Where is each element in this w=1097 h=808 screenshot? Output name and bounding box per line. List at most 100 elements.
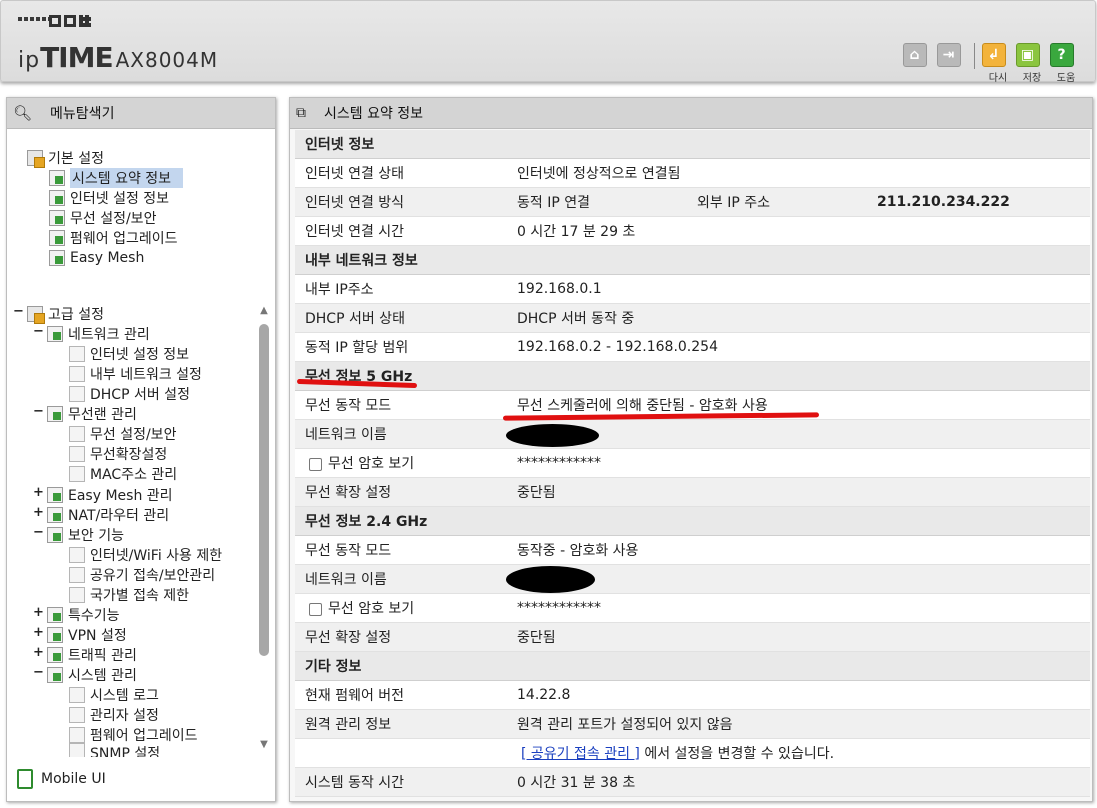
collapse-icon[interactable]: − <box>13 304 24 319</box>
special-icon <box>47 607 63 623</box>
save-button[interactable]: ▣ 저장 <box>1015 43 1045 84</box>
tree-system-management[interactable]: 시스템 관리 <box>47 665 137 685</box>
document-icon <box>69 547 85 563</box>
document-icon <box>69 386 85 402</box>
tree-item-wireless-extension[interactable]: 무선확장설정 <box>69 444 167 464</box>
folder-icon <box>27 306 45 324</box>
mesh-icon <box>47 487 63 503</box>
document-icon <box>69 466 85 482</box>
tree-item-country-block[interactable]: 국가별 접속 제한 <box>69 585 189 605</box>
expand-icon[interactable]: + <box>33 645 44 660</box>
tree-item-firmware-upgrade-adv[interactable]: 펌웨어 업그레이드 <box>69 725 198 745</box>
scroll-down-icon[interactable]: ▼ <box>257 739 271 750</box>
row-wifi24-extension: 무선 확장 설정 중단됨 <box>295 623 1090 652</box>
document-icon <box>69 567 85 583</box>
tree-item-system-log[interactable]: 시스템 로그 <box>69 685 159 705</box>
scroll-thumb[interactable] <box>259 324 269 656</box>
collapse-icon[interactable]: − <box>33 324 44 339</box>
collapse-icon[interactable]: − <box>33 404 44 419</box>
tree-item-system-summary[interactable]: 시스템 요약 정보 <box>49 168 184 188</box>
row-firmware-version: 현재 펌웨어 버전 14.22.8 <box>295 681 1090 710</box>
router-access-management-link[interactable]: [ 공유기 접속 관리 ] <box>521 746 640 762</box>
row-wifi24-name: 네트워크 이름 <box>295 565 1090 594</box>
external-ip-label: 외부 IP 주소 <box>697 195 770 211</box>
tree-nat-router[interactable]: NAT/라우터 관리 <box>47 505 169 525</box>
row-system-uptime: 시스템 동작 시간 0 시간 31 분 38 초 <box>295 768 1090 797</box>
tree-basic-settings[interactable]: 기본 설정 <box>27 148 104 168</box>
tree-item-firmware-upgrade[interactable]: 펌웨어 업그레이드 <box>49 228 178 248</box>
vpn-icon <box>47 627 63 643</box>
redacted-ssid-5ghz <box>506 424 599 447</box>
brand-logo: ipTIME AX8004M <box>18 41 219 74</box>
router-icon <box>47 507 63 523</box>
tree-advanced-settings[interactable]: 고급 설정 <box>27 304 104 324</box>
collapse-icon[interactable]: − <box>33 525 44 540</box>
scroll-up-icon[interactable]: ▲ <box>257 305 271 316</box>
tree-item-internet-settings[interactable]: 인터넷 설정 정보 <box>69 344 189 364</box>
tree-item-lan-settings[interactable]: 내부 네트워크 설정 <box>69 364 202 384</box>
model-name: AX8004M <box>115 48 219 72</box>
row-wifi5-password: 무선 암호 보기 ************ <box>295 449 1090 478</box>
expand-icon[interactable]: + <box>33 485 44 500</box>
tree-item-router-access[interactable]: 공유기 접속/보안관리 <box>69 565 215 585</box>
tree-item-admin-settings[interactable]: 관리자 설정 <box>69 705 159 725</box>
row-wifi5-name: 네트워크 이름 <box>295 420 1090 449</box>
row-internet-time: 인터넷 연결 시간 0 시간 17 분 29 초 <box>295 217 1090 246</box>
section-lan: 내부 네트워크 정보 <box>295 246 1090 275</box>
folder-icon <box>27 150 45 168</box>
row-dhcp-range: 동적 IP 할당 범위 192.168.0.2 - 192.168.0.254 <box>295 333 1090 362</box>
traffic-icon <box>47 647 63 663</box>
logout-icon: ⇥ <box>942 47 955 63</box>
phone-icon <box>17 769 33 789</box>
chart-icon <box>49 170 65 186</box>
mesh-icon <box>49 250 65 266</box>
document-icon <box>69 426 85 442</box>
document-icon <box>69 587 85 603</box>
tree-item-dhcp-settings[interactable]: DHCP 서버 설정 <box>69 384 190 404</box>
tree-easy-mesh-management[interactable]: Easy Mesh 관리 <box>47 485 173 505</box>
help-label: 도움 <box>1056 73 1076 84</box>
document-icon <box>69 346 85 362</box>
logo-blocks <box>49 15 91 27</box>
row-internet-status: 인터넷 연결 상태 인터넷에 정상적으로 연결됨 <box>295 159 1090 188</box>
row-internet-method: 인터넷 연결 방식 동적 IP 연결 외부 IP 주소 211.210.234.22… <box>295 188 1090 217</box>
header-bar: ipTIME AX8004M ⌂ ⇥ ↲ 다시 ▣ 저장 ? 도움 <box>0 0 1096 84</box>
collapse-icon[interactable]: − <box>33 665 44 680</box>
system-summary-panel: ⧉ 시스템 요약 정보 인터넷 정보 인터넷 연결 상태 인터넷에 정상적으로 연… <box>289 97 1093 802</box>
logout-button[interactable]: ⇥ <box>936 43 966 67</box>
tree-item-mac-management[interactable]: MAC주소 관리 <box>69 464 177 484</box>
tree-item-snmp[interactable]: SNMP 설정 <box>69 743 160 757</box>
row-wifi24-password: 무선 암호 보기 ************ <box>295 594 1090 623</box>
mobile-ui-link[interactable]: Mobile UI <box>17 769 106 789</box>
network-icon <box>47 326 63 342</box>
expand-icon[interactable]: + <box>33 605 44 620</box>
tree-network-management[interactable]: 네트워크 관리 <box>47 324 150 344</box>
show-password-checkbox-5ghz[interactable] <box>309 457 322 471</box>
home-button[interactable]: ⌂ <box>902 43 932 67</box>
expand-icon[interactable]: + <box>33 625 44 640</box>
tree-item-internet-wifi-limit[interactable]: 인터넷/WiFi 사용 제한 <box>69 545 222 565</box>
section-etc: 기타 정보 <box>295 652 1090 681</box>
reload-button[interactable]: ↲ 다시 <box>981 43 1011 84</box>
tree-item-easy-mesh[interactable]: Easy Mesh <box>49 248 144 268</box>
menu-explorer: 🔍︎ 메뉴탐색기 기본 설정 시스템 요약 정보 인터넷 설정 정보 무선 설정… <box>6 97 276 802</box>
tree-security[interactable]: 보안 기능 <box>47 525 124 545</box>
tree-scrollbar[interactable]: ▲ ▼ <box>257 305 271 755</box>
tree-vpn[interactable]: VPN 설정 <box>47 625 127 645</box>
row-dhcp-status: DHCP 서버 상태 DHCP 서버 동작 중 <box>295 304 1090 333</box>
row-wifi5-extension: 무선 확장 설정 중단됨 <box>295 478 1090 507</box>
row-wifi24-mode: 무선 동작 모드 동작중 - 암호화 사용 <box>295 536 1090 565</box>
expand-icon[interactable]: + <box>33 505 44 520</box>
tree-special-features[interactable]: 특수기능 <box>47 605 120 625</box>
save-label: 저장 <box>1022 73 1042 84</box>
tree-wireless-management[interactable]: 무선랜 관리 <box>47 404 137 424</box>
tree-item-internet-info[interactable]: 인터넷 설정 정보 <box>49 188 169 208</box>
document-icon <box>69 727 85 743</box>
tree-traffic[interactable]: 트래픽 관리 <box>47 645 137 665</box>
tree-item-wireless-security[interactable]: 무선 설정/보안 <box>49 208 156 228</box>
menu-explorer-title: 메뉴탐색기 <box>50 106 115 122</box>
show-password-checkbox-24ghz[interactable] <box>309 602 322 616</box>
help-button[interactable]: ? 도움 <box>1049 43 1079 84</box>
tree-item-wireless-security-adv[interactable]: 무선 설정/보안 <box>69 424 176 444</box>
section-wifi-24ghz: 무선 정보 2.4 GHz <box>295 507 1090 536</box>
